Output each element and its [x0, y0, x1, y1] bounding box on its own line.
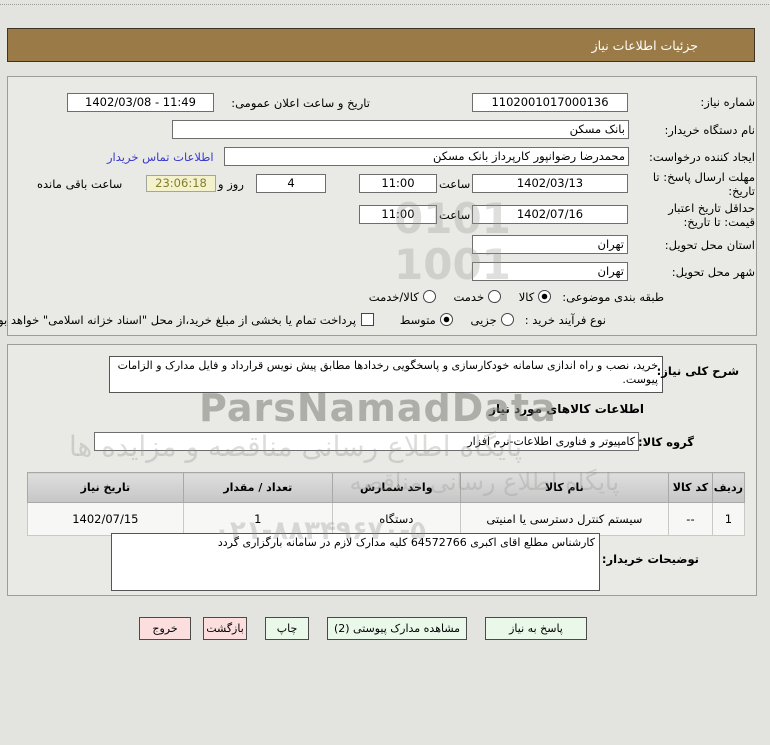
col-need-date: تاریخ نیاز	[28, 472, 185, 503]
request-creator-input[interactable]: محمدرضا رضوانپور کارپرداز بانک مسکن	[225, 147, 630, 166]
cell-row-number: 1	[712, 502, 747, 536]
page-title: جزئیات اطلاعات نیاز	[8, 28, 756, 62]
goods-table: ردیف کد کالا نام کالا واحد شمارش تعداد /…	[28, 472, 747, 536]
col-unit: واحد شمارش	[332, 472, 462, 503]
radio-icon[interactable]	[539, 290, 553, 303]
request-creator-label: ایجاد کننده درخواست:	[650, 150, 756, 164]
response-deadline-time-input[interactable]: 11:00	[360, 174, 438, 193]
remaining-time-countdown: 23:06:18	[147, 175, 217, 192]
need-desc-label: شرح کلی نیاز:	[657, 364, 740, 378]
announce-datetime-input[interactable]: 1402/03/08 - 11:49	[68, 93, 215, 112]
cell-need-date: 1402/07/15	[28, 502, 185, 536]
process-type-option-motevaset[interactable]: متوسط	[401, 313, 454, 327]
buyer-notes-label: توضیحات خریدار:	[602, 552, 700, 566]
col-row-number: ردیف	[712, 472, 747, 503]
goods-table-row[interactable]: 1 -- سیستم کنترل دسترسی یا امنیتی دستگاه…	[28, 502, 747, 536]
process-type-option-jozi[interactable]: جزیی	[472, 313, 515, 327]
top-dotted-divider	[0, 4, 770, 5]
cell-quantity: 1	[183, 502, 334, 536]
radio-icon[interactable]	[423, 290, 437, 303]
classification-option-kala-khedmat[interactable]: کالا/خدمت	[370, 290, 437, 304]
col-quantity: تعداد / مقدار	[183, 472, 334, 503]
classification-group: طبقه بندی موضوعی: کالا خدمت کالا/خدمت	[356, 290, 665, 304]
goods-group-label: گروه کالا:	[639, 435, 695, 449]
classification-label: طبقه بندی موضوعی:	[563, 290, 665, 304]
price-validity-time-label: ساعت	[440, 208, 472, 222]
price-validity-date-input[interactable]: 1402/07/16	[473, 205, 629, 224]
cell-goods-code: --	[669, 502, 714, 536]
goods-table-header-row: ردیف کد کالا نام کالا واحد شمارش تعداد /…	[28, 472, 747, 503]
response-deadline-label: مهلت ارسال پاسخ: تا تاریخ:	[653, 170, 756, 198]
print-button[interactable]: چاپ	[266, 617, 310, 640]
remaining-suffix: ساعت باقی مانده	[38, 177, 124, 191]
buyer-org-label: نام دستگاه خریدار:	[665, 123, 756, 137]
checkbox-icon[interactable]	[362, 313, 376, 326]
need-desc-textarea[interactable]: خرید، نصب و راه اندازی سامانه خودکارسازی…	[110, 356, 664, 393]
view-attached-docs-button[interactable]: مشاهده مدارک پیوستی (2)	[328, 617, 468, 640]
need-number-label: شماره نیاز:	[701, 95, 756, 109]
process-type-label: نوع فرآیند خرید :	[525, 313, 607, 327]
treasury-docs-checkbox[interactable]: پرداخت تمام یا بخشی از مبلغ خرید،از محل …	[0, 313, 376, 327]
province-label: استان محل تحویل:	[665, 238, 756, 252]
respond-to-need-button[interactable]: پاسخ به نیاز	[486, 617, 588, 640]
buyer-contact-link[interactable]: اطلاعات تماس خریدار	[108, 150, 215, 164]
exit-button[interactable]: خروج	[140, 617, 192, 640]
cell-unit: دستگاه	[332, 502, 462, 536]
need-details-page: { "title_bar": { "title": "جزئیات اطلاعا…	[0, 0, 770, 745]
classification-option-kala[interactable]: کالا	[520, 290, 553, 304]
buyer-org-input[interactable]: بانک مسکن	[173, 120, 630, 139]
remaining-days-suffix: روز و	[219, 177, 245, 191]
city-label: شهر محل تحویل:	[672, 265, 756, 279]
remaining-days-input: 4	[257, 174, 327, 193]
cell-goods-name: سیستم کنترل دسترسی یا امنیتی	[460, 502, 671, 536]
radio-icon[interactable]	[489, 290, 503, 303]
goods-group-input[interactable]: کامپیوتر و فناوری اطلاعات-نرم افزار	[95, 432, 640, 451]
price-validity-label: حداقل تاریخ اعتبار قیمت: تا تاریخ:	[669, 201, 756, 229]
radio-icon[interactable]	[501, 313, 515, 326]
response-deadline-date-input[interactable]: 1402/03/13	[473, 174, 629, 193]
col-goods-name: نام کالا	[460, 472, 671, 503]
announce-datetime-label: تاریخ و ساعت اعلان عمومی:	[232, 96, 371, 110]
classification-option-khedmat[interactable]: خدمت	[454, 290, 503, 304]
col-goods-code: کد کالا	[669, 472, 714, 503]
goods-section-header: اطلاعات کالاهای مورد نیاز	[490, 402, 645, 416]
province-input[interactable]: تهران	[473, 235, 629, 254]
back-button[interactable]: بازگشت	[204, 617, 248, 640]
buyer-notes-textarea[interactable]: کارشناس مطلع اقای اکبری 64572766 کلیه مد…	[112, 533, 601, 591]
price-validity-time-input[interactable]: 11:00	[360, 205, 438, 224]
process-type-group: نوع فرآیند خرید : جزیی متوسط پرداخت تمام…	[0, 313, 607, 327]
need-number-input[interactable]: 1102001017000136	[473, 93, 629, 112]
radio-icon[interactable]	[440, 313, 454, 326]
city-input[interactable]: تهران	[473, 262, 629, 281]
response-deadline-time-label: ساعت	[440, 177, 472, 191]
